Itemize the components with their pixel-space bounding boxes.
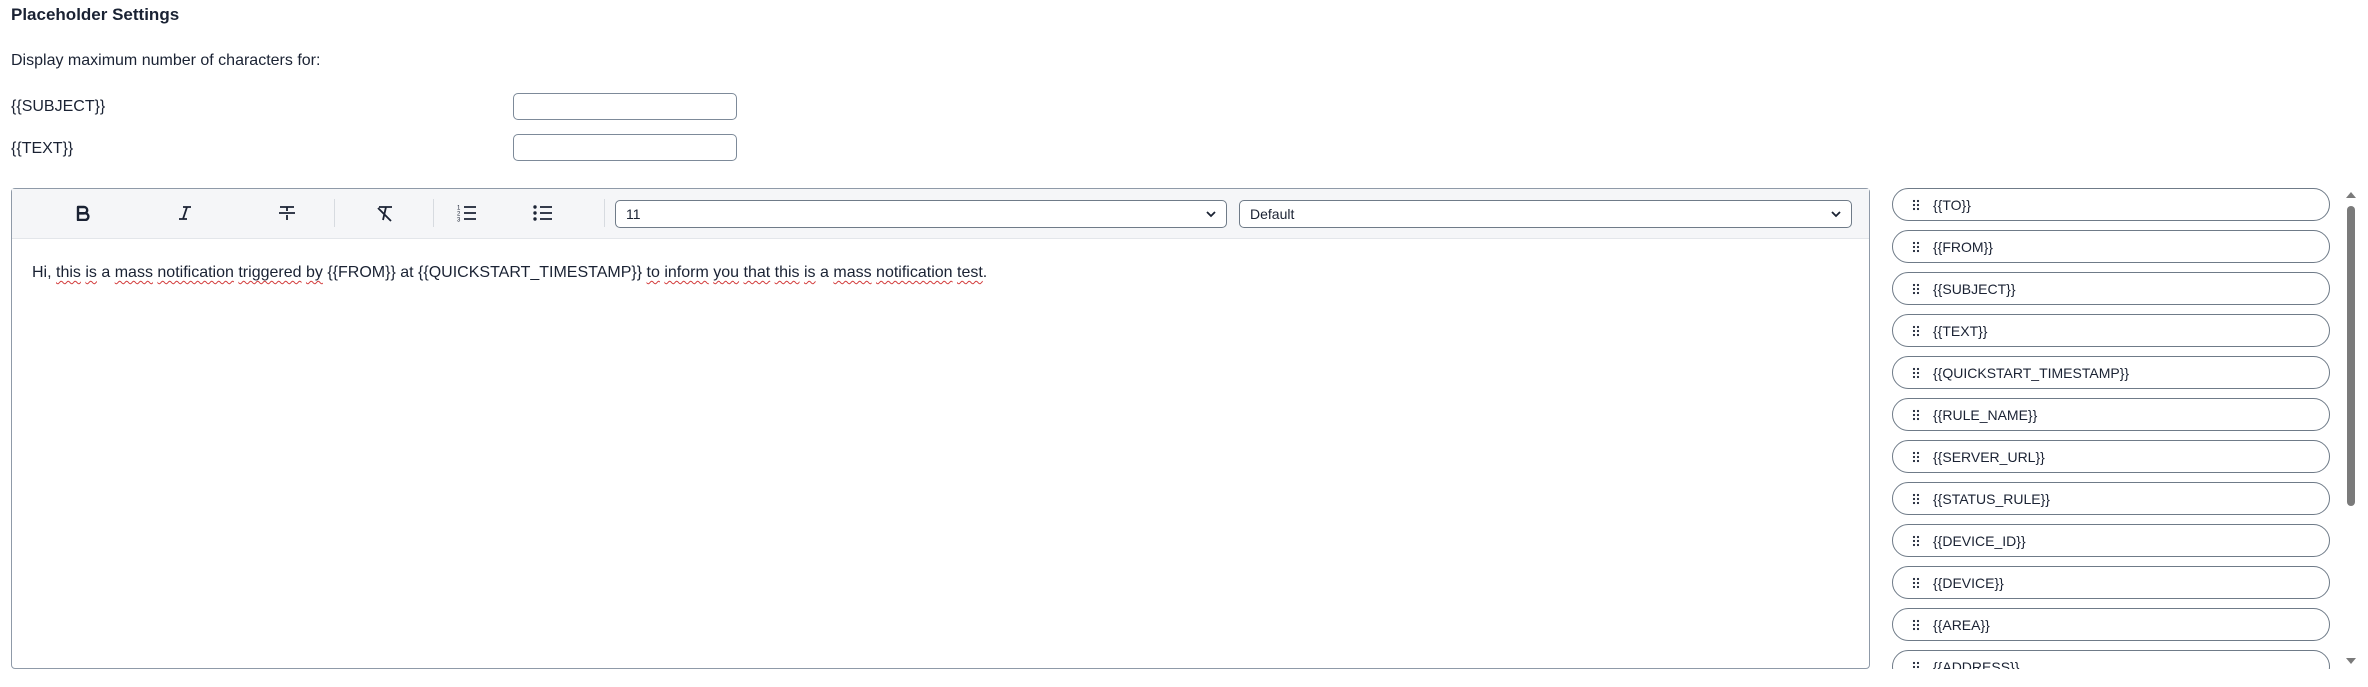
drag-handle-icon[interactable]	[1909, 577, 1923, 589]
ordered-list-button[interactable]: 123	[449, 197, 485, 229]
spellcheck-word: triggered	[238, 264, 302, 281]
placeholder-chip-label: {{TEXT}}	[1933, 322, 1988, 339]
spellcheck-word: inform	[664, 264, 709, 281]
placeholder-chip-label: {{TO}}	[1933, 196, 1971, 213]
editor-text-segment: .	[982, 264, 988, 281]
ordered-list-icon: 123	[457, 206, 476, 223]
placeholder-chip[interactable]: {{SERVER_URL}}	[1892, 440, 2330, 473]
italic-icon	[179, 206, 191, 220]
placeholder-chip[interactable]: {{DEVICE_ID}}	[1892, 524, 2330, 557]
drag-handle-icon[interactable]	[1909, 367, 1923, 379]
spellcheck-word: notification	[157, 264, 234, 281]
spellcheck-word: this	[56, 264, 81, 281]
font-family-value: Default	[1250, 206, 1295, 222]
drag-handle-icon[interactable]	[1909, 661, 1923, 670]
text-limit-label: {{TEXT}}	[11, 140, 74, 157]
toolbar-divider	[604, 199, 605, 227]
placeholder-chip[interactable]: {{AREA}}	[1892, 608, 2330, 641]
placeholder-chip[interactable]: {{RULE_NAME}}	[1892, 398, 2330, 431]
placeholder-chip[interactable]: {{DEVICE}}	[1892, 566, 2330, 599]
placeholder-chip-label: {{DEVICE}}	[1933, 574, 2004, 591]
spellcheck-word: by	[305, 264, 323, 281]
spellcheck-word: this	[774, 264, 800, 281]
placeholder-chip[interactable]: {{ADDRESS}}	[1892, 650, 2330, 669]
editor-text-segment: a	[96, 264, 115, 281]
text-limit-input[interactable]	[513, 134, 737, 161]
spellcheck-word: is	[85, 264, 97, 281]
drag-handle-icon[interactable]	[1909, 409, 1923, 421]
placeholder-chip[interactable]: {{TEXT}}	[1892, 314, 2330, 347]
toolbar-divider	[334, 199, 335, 227]
editor-text-segment: {{FROM}} at {{QUICKSTART_TIMESTAMP}}	[322, 264, 647, 281]
clear-formatting-icon	[377, 206, 392, 222]
placeholder-chip-label: {{SERVER_URL}}	[1933, 448, 2045, 465]
placeholder-chip[interactable]: {{SUBJECT}}	[1892, 272, 2330, 305]
placeholder-chip[interactable]: {{TO}}	[1892, 188, 2330, 221]
clear-formatting-button[interactable]	[367, 197, 403, 229]
strikethrough-button[interactable]	[269, 197, 305, 229]
scroll-down-arrow[interactable]	[2346, 658, 2356, 664]
placeholder-chip-label: {{AREA}}	[1933, 616, 1990, 633]
spellcheck-word: notification	[876, 264, 953, 281]
editor-content[interactable]: Hi, this is a mass notification triggere…	[32, 264, 987, 282]
section-title: Placeholder Settings	[11, 5, 180, 24]
placeholder-scrollbar[interactable]	[2343, 188, 2361, 669]
drag-handle-icon[interactable]	[1909, 493, 1923, 505]
unordered-list-button[interactable]	[525, 197, 561, 229]
spellcheck-word: mass	[114, 264, 153, 281]
drag-handle-icon[interactable]	[1909, 451, 1923, 463]
subject-limit-label: {{SUBJECT}}	[11, 98, 106, 115]
placeholder-chip-label: {{QUICKSTART_TIMESTAMP}}	[1933, 364, 2130, 381]
bold-icon	[76, 205, 90, 221]
placeholder-chip-label: {{ADDRESS}}	[1933, 658, 2020, 670]
placeholder-chip-label: {{FROM}}	[1933, 238, 1993, 255]
unordered-list-icon	[533, 205, 552, 221]
drag-handle-icon[interactable]	[1909, 325, 1923, 337]
drag-handle-icon[interactable]	[1909, 241, 1923, 253]
font-family-select[interactable]: Default	[1239, 200, 1852, 228]
spellcheck-word: you	[713, 264, 740, 281]
placeholder-chip[interactable]: {{STATUS_RULE}}	[1892, 482, 2330, 515]
font-size-value: 11	[626, 206, 641, 222]
placeholder-chip[interactable]: {{FROM}}	[1892, 230, 2330, 263]
max-characters-label: Display maximum number of characters for…	[11, 52, 321, 69]
drag-handle-icon[interactable]	[1909, 283, 1923, 295]
placeholder-chip-label: {{STATUS_RULE}}	[1933, 490, 2050, 507]
scroll-up-arrow[interactable]	[2346, 192, 2356, 198]
spellcheck-word: to	[646, 264, 660, 281]
subject-limit-input[interactable]	[513, 93, 737, 120]
italic-button[interactable]	[167, 197, 203, 229]
drag-handle-icon[interactable]	[1909, 535, 1923, 547]
spellcheck-word: is	[804, 264, 816, 281]
placeholder-chip[interactable]: {{QUICKSTART_TIMESTAMP}}	[1892, 356, 2330, 389]
rich-text-editor: 123 11 Default Hi, this is a mass notifi…	[11, 188, 1870, 669]
bold-button[interactable]	[65, 197, 101, 229]
placeholder-chip-label: {{RULE_NAME}}	[1933, 406, 2038, 423]
placeholder-chip-label: {{SUBJECT}}	[1933, 280, 2016, 297]
scrollbar-thumb[interactable]	[2347, 206, 2355, 506]
editor-text-segment: a	[815, 264, 834, 281]
font-size-select[interactable]: 11	[615, 200, 1227, 228]
editor-text-segment: Hi,	[32, 264, 56, 281]
spellcheck-word: mass	[833, 264, 872, 281]
chevron-down-icon	[1831, 210, 1841, 217]
svg-text:3: 3	[457, 218, 461, 223]
editor-toolbar: 123 11 Default	[12, 189, 1869, 239]
spellcheck-word: that	[743, 264, 771, 281]
drag-handle-icon[interactable]	[1909, 619, 1923, 631]
placeholder-list: {{TO}} {{FROM}} {{SUBJECT}} {{TEXT}} {{QUICK…	[1892, 188, 2332, 669]
placeholder-chip-label: {{DEVICE_ID}}	[1933, 532, 2026, 549]
drag-handle-icon[interactable]	[1909, 199, 1923, 211]
spellcheck-word: test	[957, 264, 983, 281]
chevron-down-icon	[1206, 210, 1216, 217]
strikethrough-icon	[279, 206, 295, 220]
toolbar-divider	[433, 199, 434, 227]
